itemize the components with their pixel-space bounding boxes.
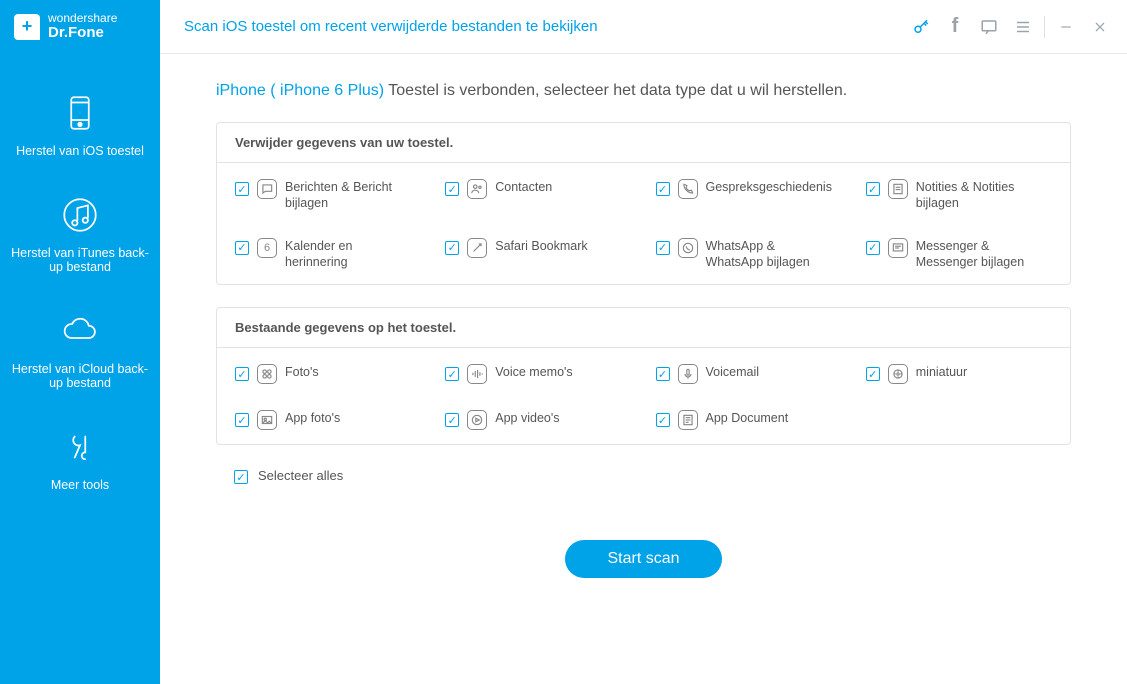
photos-icon <box>257 364 277 384</box>
bookmark-icon <box>467 238 487 258</box>
brand-top: wondershare <box>48 12 117 25</box>
app-photos-icon <box>257 410 277 430</box>
heading-rest: Toestel is verbonden, selecteer het data… <box>384 82 847 99</box>
menu-icon[interactable] <box>1006 10 1040 44</box>
checkbox[interactable]: ✓ <box>235 367 249 381</box>
sidebar-item-label: Herstel van iCloud back-up bestand <box>12 362 148 390</box>
sidebar-item-label: Herstel van iOS toestel <box>16 144 144 158</box>
checkbox[interactable]: ✓ <box>445 413 459 427</box>
type-label: miniatuur <box>916 364 967 380</box>
messages-icon <box>257 179 277 199</box>
type-label: Voicemail <box>706 364 760 380</box>
feedback-icon[interactable] <box>972 10 1006 44</box>
cloud-icon <box>59 310 101 352</box>
heading: iPhone ( iPhone 6 Plus) Toestel is verbo… <box>216 82 1071 100</box>
checkbox[interactable]: ✓ <box>445 182 459 196</box>
type-label: Contacten <box>495 179 552 195</box>
type-label: Notities & Notities bijlagen <box>916 179 1036 212</box>
key-icon[interactable] <box>904 10 938 44</box>
itunes-icon <box>59 194 101 236</box>
checkbox[interactable]: ✓ <box>866 241 880 255</box>
app-videos-icon <box>467 410 487 430</box>
thumbnail-icon <box>888 364 908 384</box>
window-controls: f <box>904 10 1127 44</box>
voice-memo-icon <box>467 364 487 384</box>
type-messenger: ✓ Messenger & Messenger bijlagen <box>856 238 1062 271</box>
checkbox[interactable]: ✓ <box>235 182 249 196</box>
sidebar-item-icloud-recover[interactable]: Herstel van iCloud back-up bestand <box>0 296 160 412</box>
type-label: Messenger & Messenger bijlagen <box>916 238 1036 271</box>
checkbox[interactable]: ✓ <box>656 413 670 427</box>
select-all-checkbox[interactable]: ✓ <box>234 470 248 484</box>
panel-title: Verwijder gegevens van uw toestel. <box>217 123 1070 163</box>
checkbox[interactable]: ✓ <box>656 367 670 381</box>
tools-icon <box>59 426 101 468</box>
panel-title: Bestaande gegevens op het toestel. <box>217 308 1070 348</box>
type-app-document: ✓ App Document <box>646 410 852 430</box>
type-contacts: ✓ Contacten <box>435 179 641 212</box>
type-voice-memos: ✓ Voice memo's <box>435 364 641 384</box>
checkbox[interactable]: ✓ <box>235 413 249 427</box>
call-history-icon <box>678 179 698 199</box>
type-calendar: ✓ 6 Kalender en herinnering <box>225 238 431 271</box>
start-scan-button[interactable]: Start scan <box>565 540 721 578</box>
type-label: Kalender en herinnering <box>285 238 405 271</box>
voicemail-icon <box>678 364 698 384</box>
app-logo: + wondershare Dr.Fone <box>0 0 160 54</box>
plus-icon: + <box>14 14 40 40</box>
notes-icon <box>888 179 908 199</box>
select-all-label: Selecteer alles <box>258 468 343 483</box>
type-label: Foto's <box>285 364 319 380</box>
type-label: Berichten & Bericht bijlagen <box>285 179 405 212</box>
sidebar-item-label: Meer tools <box>51 478 109 492</box>
sidebar-item-ios-recover[interactable]: Herstel van iOS toestel <box>0 78 160 180</box>
checkbox[interactable]: ✓ <box>235 241 249 255</box>
type-label: Safari Bookmark <box>495 238 587 254</box>
type-label: Voice memo's <box>495 364 572 380</box>
type-whatsapp: ✓ WhatsApp & WhatsApp bijlagen <box>646 238 852 271</box>
separator <box>1044 16 1045 38</box>
page-title: Scan iOS toestel om recent verwijderde b… <box>160 18 904 35</box>
type-call-history: ✓ Gespreksgeschiedenis <box>646 179 852 212</box>
checkbox[interactable]: ✓ <box>445 367 459 381</box>
titlebar: + wondershare Dr.Fone Scan iOS toestel o… <box>0 0 1127 54</box>
type-photos: ✓ Foto's <box>225 364 431 384</box>
calendar-icon: 6 <box>257 238 277 258</box>
checkbox[interactable]: ✓ <box>866 367 880 381</box>
type-safari-bookmark: ✓ Safari Bookmark <box>435 238 641 271</box>
messenger-icon <box>888 238 908 258</box>
select-all-row: ✓ Selecteer alles <box>216 467 1071 484</box>
minimize-button[interactable] <box>1049 10 1083 44</box>
checkbox[interactable]: ✓ <box>866 182 880 196</box>
type-label: App foto's <box>285 410 340 426</box>
contacts-icon <box>467 179 487 199</box>
whatsapp-icon <box>678 238 698 258</box>
app-document-icon <box>678 410 698 430</box>
panel-deleted-data: Verwijder gegevens van uw toestel. ✓ Ber… <box>216 122 1071 285</box>
type-label: App Document <box>706 410 789 426</box>
type-notes: ✓ Notities & Notities bijlagen <box>856 179 1062 212</box>
close-button[interactable] <box>1083 10 1117 44</box>
sidebar: Herstel van iOS toestel Herstel van iTun… <box>0 54 160 684</box>
checkbox[interactable]: ✓ <box>656 241 670 255</box>
panel-existing-data: Bestaande gegevens op het toestel. ✓ Fot… <box>216 307 1071 445</box>
type-messages: ✓ Berichten & Bericht bijlagen <box>225 179 431 212</box>
device-name: iPhone ( iPhone 6 Plus) <box>216 82 384 99</box>
facebook-icon[interactable]: f <box>938 10 972 44</box>
sidebar-item-label: Herstel van iTunes back-up bestand <box>11 246 149 274</box>
type-app-videos: ✓ App video's <box>435 410 641 430</box>
type-label: App video's <box>495 410 559 426</box>
type-label: Gespreksgeschiedenis <box>706 179 826 195</box>
main-content: iPhone ( iPhone 6 Plus) Toestel is verbo… <box>160 54 1127 684</box>
checkbox[interactable]: ✓ <box>445 241 459 255</box>
sidebar-item-more-tools[interactable]: Meer tools <box>0 412 160 514</box>
brand-main: Dr.Fone <box>48 25 117 42</box>
type-app-photos: ✓ App foto's <box>225 410 431 430</box>
type-label: WhatsApp & WhatsApp bijlagen <box>706 238 826 271</box>
type-thumbnail: ✓ miniatuur <box>856 364 1062 384</box>
phone-icon <box>59 92 101 134</box>
type-voicemail: ✓ Voicemail <box>646 364 852 384</box>
sidebar-item-itunes-recover[interactable]: Herstel van iTunes back-up bestand <box>0 180 160 296</box>
checkbox[interactable]: ✓ <box>656 182 670 196</box>
